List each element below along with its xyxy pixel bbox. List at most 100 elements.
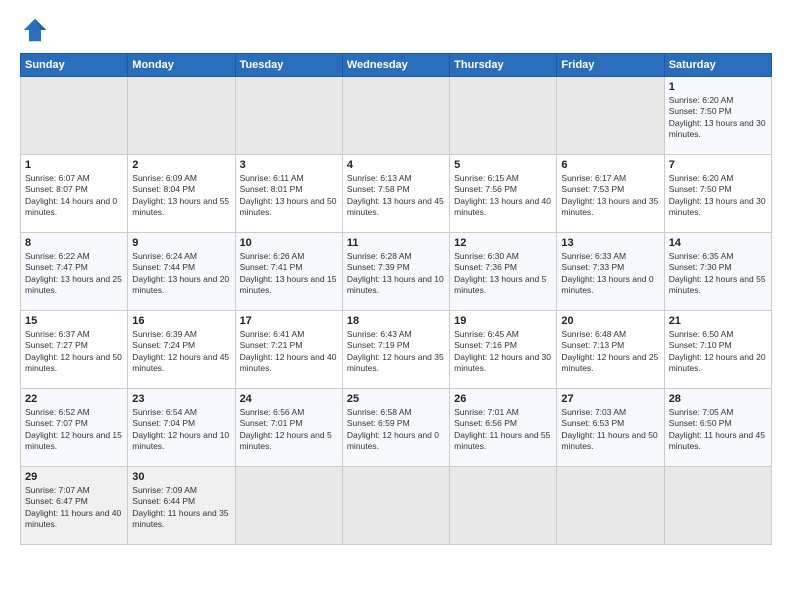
calendar-cell: 8 Sunrise: 6:22 AM Sunset: 7:47 PM Daylig… [21, 233, 128, 311]
cell-info: Sunrise: 6:28 AM Sunset: 7:39 PM Dayligh… [347, 251, 445, 297]
day-number: 17 [240, 315, 338, 327]
day-number: 21 [669, 315, 767, 327]
day-header-wednesday: Wednesday [342, 54, 449, 77]
cell-info: Sunrise: 7:01 AM Sunset: 6:56 PM Dayligh… [454, 407, 552, 453]
day-number: 16 [132, 315, 230, 327]
day-number: 14 [669, 237, 767, 249]
cell-info: Sunrise: 7:05 AM Sunset: 6:50 PM Dayligh… [669, 407, 767, 453]
calendar-cell: 1 Sunrise: 6:07 AM Sunset: 8:07 PM Daylig… [21, 155, 128, 233]
day-number: 12 [454, 237, 552, 249]
calendar-cell: 5Sunrise: 6:15 AM Sunset: 7:56 PM Daylig… [450, 155, 557, 233]
calendar-cell: 11 Sunrise: 6:28 AM Sunset: 7:39 PM Dayli… [342, 233, 449, 311]
cell-info: Sunrise: 6:20 AM Sunset: 7:50 PM Dayligh… [669, 173, 767, 219]
cell-info: Sunrise: 6:37 AM Sunset: 7:27 PM Dayligh… [25, 329, 123, 375]
day-number: 24 [240, 393, 338, 405]
calendar-cell: 14 Sunrise: 6:35 AM Sunset: 7:30 PM Dayli… [664, 233, 771, 311]
header-row: SundayMondayTuesdayWednesdayThursdayFrid… [21, 54, 772, 77]
day-number: 4 [347, 159, 445, 171]
day-header-thursday: Thursday [450, 54, 557, 77]
day-header-tuesday: Tuesday [235, 54, 342, 77]
logo [20, 15, 54, 45]
calendar-cell [557, 77, 664, 155]
calendar-cell: 18 Sunrise: 6:43 AM Sunset: 7:19 PM Dayli… [342, 311, 449, 389]
cell-info: Sunrise: 6:22 AM Sunset: 7:47 PM Dayligh… [25, 251, 123, 297]
cell-info: Sunrise: 6:07 AM Sunset: 8:07 PM Dayligh… [25, 173, 123, 219]
cell-info: Sunrise: 6:15 AM Sunset: 7:56 PM Dayligh… [454, 173, 552, 219]
day-header-monday: Monday [128, 54, 235, 77]
calendar-cell: 16 Sunrise: 6:39 AM Sunset: 7:24 PM Dayli… [128, 311, 235, 389]
calendar-cell: 28 Sunrise: 7:05 AM Sunset: 6:50 PM Dayli… [664, 389, 771, 467]
day-number: 11 [347, 237, 445, 249]
cell-info: Sunrise: 6:33 AM Sunset: 7:33 PM Dayligh… [561, 251, 659, 297]
cell-info: Sunrise: 6:50 AM Sunset: 7:10 PM Dayligh… [669, 329, 767, 375]
calendar-cell [664, 467, 771, 545]
day-number: 27 [561, 393, 659, 405]
day-number: 19 [454, 315, 552, 327]
cell-info: Sunrise: 6:56 AM Sunset: 7:01 PM Dayligh… [240, 407, 338, 453]
cell-info: Sunrise: 6:11 AM Sunset: 8:01 PM Dayligh… [240, 173, 338, 219]
calendar-cell: 3 Sunrise: 6:11 AM Sunset: 8:01 PM Daylig… [235, 155, 342, 233]
day-number: 3 [240, 159, 338, 171]
day-number: 9 [132, 237, 230, 249]
calendar-cell: 21 Sunrise: 6:50 AM Sunset: 7:10 PM Dayli… [664, 311, 771, 389]
calendar-cell [557, 467, 664, 545]
cell-info: Sunrise: 6:54 AM Sunset: 7:04 PM Dayligh… [132, 407, 230, 453]
cell-info: Sunrise: 7:03 AM Sunset: 6:53 PM Dayligh… [561, 407, 659, 453]
day-number: 30 [132, 471, 230, 483]
cell-info: Sunrise: 6:45 AM Sunset: 7:16 PM Dayligh… [454, 329, 552, 375]
day-number: 20 [561, 315, 659, 327]
week-row-5: 29 Sunrise: 7:07 AM Sunset: 6:47 PM Dayli… [21, 467, 772, 545]
calendar-cell [450, 77, 557, 155]
cell-info: Sunrise: 6:39 AM Sunset: 7:24 PM Dayligh… [132, 329, 230, 375]
day-number: 26 [454, 393, 552, 405]
calendar-cell: 25 Sunrise: 6:58 AM Sunset: 6:59 PM Dayli… [342, 389, 449, 467]
calendar-cell: 27 Sunrise: 7:03 AM Sunset: 6:53 PM Dayli… [557, 389, 664, 467]
day-number: 8 [25, 237, 123, 249]
day-number: 22 [25, 393, 123, 405]
cell-info: Sunrise: 7:07 AM Sunset: 6:47 PM Dayligh… [25, 485, 123, 531]
calendar-cell: 30 Sunrise: 7:09 AM Sunset: 6:44 PM Dayli… [128, 467, 235, 545]
cell-info: Sunrise: 6:17 AM Sunset: 7:53 PM Dayligh… [561, 173, 659, 219]
day-number: 1 [25, 159, 123, 171]
calendar-cell [21, 77, 128, 155]
cell-info: Sunrise: 6:41 AM Sunset: 7:21 PM Dayligh… [240, 329, 338, 375]
calendar-cell: 24 Sunrise: 6:56 AM Sunset: 7:01 PM Dayli… [235, 389, 342, 467]
week-row-1: 1 Sunrise: 6:07 AM Sunset: 8:07 PM Daylig… [21, 155, 772, 233]
calendar-cell: 4Sunrise: 6:13 AM Sunset: 7:58 PM Daylig… [342, 155, 449, 233]
cell-info: Sunrise: 6:58 AM Sunset: 6:59 PM Dayligh… [347, 407, 445, 453]
calendar-cell: 10Sunrise: 6:26 AM Sunset: 7:41 PM Dayli… [235, 233, 342, 311]
day-number: 29 [25, 471, 123, 483]
week-row-2: 8 Sunrise: 6:22 AM Sunset: 7:47 PM Daylig… [21, 233, 772, 311]
calendar-cell: 20Sunrise: 6:48 AM Sunset: 7:13 PM Dayli… [557, 311, 664, 389]
calendar-cell: 2Sunrise: 6:09 AM Sunset: 8:04 PM Daylig… [128, 155, 235, 233]
cell-info: Sunrise: 6:43 AM Sunset: 7:19 PM Dayligh… [347, 329, 445, 375]
day-header-friday: Friday [557, 54, 664, 77]
cell-info: Sunrise: 7:09 AM Sunset: 6:44 PM Dayligh… [132, 485, 230, 531]
calendar-cell: 13Sunrise: 6:33 AM Sunset: 7:33 PM Dayli… [557, 233, 664, 311]
day-number: 7 [669, 159, 767, 171]
day-number: 18 [347, 315, 445, 327]
day-number: 25 [347, 393, 445, 405]
week-row-4: 22Sunrise: 6:52 AM Sunset: 7:07 PM Dayli… [21, 389, 772, 467]
calendar-cell: 12Sunrise: 6:30 AM Sunset: 7:36 PM Dayli… [450, 233, 557, 311]
calendar-cell: 22Sunrise: 6:52 AM Sunset: 7:07 PM Dayli… [21, 389, 128, 467]
day-number: 2 [132, 159, 230, 171]
day-number: 23 [132, 393, 230, 405]
week-row-3: 15 Sunrise: 6:37 AM Sunset: 7:27 PM Dayli… [21, 311, 772, 389]
calendar-cell: 9Sunrise: 6:24 AM Sunset: 7:44 PM Daylig… [128, 233, 235, 311]
cell-info: Sunrise: 6:35 AM Sunset: 7:30 PM Dayligh… [669, 251, 767, 297]
cell-info: Sunrise: 6:26 AM Sunset: 7:41 PM Dayligh… [240, 251, 338, 297]
calendar-cell: 7 Sunrise: 6:20 AM Sunset: 7:50 PM Daylig… [664, 155, 771, 233]
logo-icon [20, 15, 50, 45]
calendar-cell: 19 Sunrise: 6:45 AM Sunset: 7:16 PM Dayli… [450, 311, 557, 389]
calendar-cell: 1Sunrise: 6:20 AM Sunset: 7:50 PM Daylig… [664, 77, 771, 155]
calendar-cell: 26 Sunrise: 7:01 AM Sunset: 6:56 PM Dayli… [450, 389, 557, 467]
day-header-sunday: Sunday [21, 54, 128, 77]
day-number: 6 [561, 159, 659, 171]
calendar-cell [235, 77, 342, 155]
calendar-cell [342, 467, 449, 545]
day-number: 28 [669, 393, 767, 405]
day-number: 15 [25, 315, 123, 327]
calendar-cell [128, 77, 235, 155]
calendar-cell [450, 467, 557, 545]
